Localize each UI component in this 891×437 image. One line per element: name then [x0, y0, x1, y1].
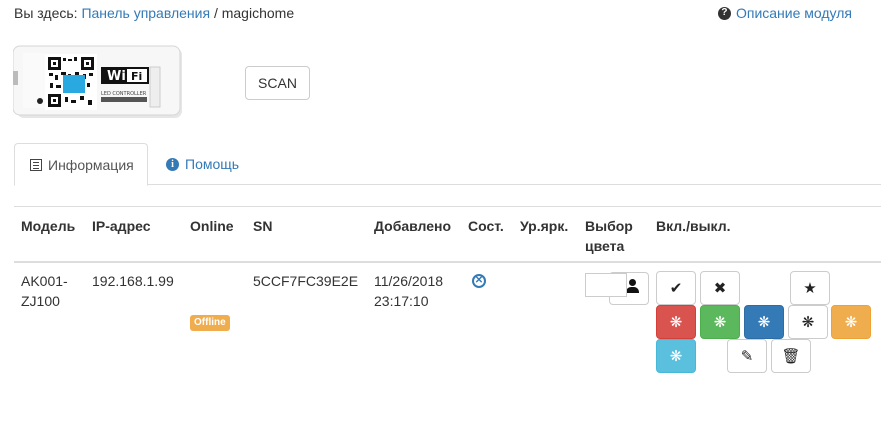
header-sn: SN [253, 218, 273, 234]
asterisk-icon: ❋ [669, 347, 683, 365]
list-icon [30, 158, 42, 171]
turn-on-button[interactable]: ✔ [656, 271, 696, 305]
table-header: Модель IP-адрес Online SN Добавлено Сост… [14, 206, 881, 263]
color-blue-button[interactable]: ❋ [744, 305, 784, 339]
tab-bar: Информация i Помощь [14, 143, 881, 186]
tab-help[interactable]: i Помощь [166, 143, 239, 185]
turn-off-button[interactable]: ✖ [700, 271, 740, 305]
svg-text:Fi: Fi [131, 70, 142, 83]
asterisk-icon: ❋ [757, 313, 771, 331]
header-ip: IP-адрес [92, 218, 151, 234]
cell-added-date: 11/26/2018 [374, 273, 444, 289]
color-green-button[interactable]: ❋ [700, 305, 740, 339]
info-icon: i [166, 157, 179, 171]
color-red-button[interactable]: ❋ [656, 305, 696, 339]
svg-text:Wi: Wi [107, 69, 126, 84]
header-state: Сост. [468, 218, 504, 234]
color-orange-button[interactable]: ❋ [831, 305, 871, 339]
tab-help-label: Помощь [185, 156, 240, 172]
question-circle-icon: ? [717, 6, 731, 20]
cell-added-time: 23:17:10 [374, 293, 429, 309]
breadcrumb: Вы здесь: Панель управления / magichome [14, 5, 294, 21]
svg-text:LED CONTROLLER: LED CONTROLLER [101, 91, 147, 97]
breadcrumb-separator: / [213, 5, 218, 21]
tab-information[interactable]: Информация [14, 143, 148, 186]
user-icon [626, 279, 639, 293]
cell-ip: 192.168.1.99 [92, 273, 174, 289]
cell-model: AK001-ZJ100 [21, 273, 68, 309]
header-model: Модель [21, 218, 76, 234]
check-icon: ✔ [669, 279, 683, 297]
edit-button[interactable]: ✎ [727, 339, 767, 373]
header-on-off: Вкл./выкл. [656, 218, 731, 234]
module-description-label: Описание модуля [735, 5, 852, 21]
star-icon: ★ [803, 279, 817, 297]
tab-information-label: Информация [48, 156, 134, 173]
module-description-link[interactable]: ? Описание модуля [717, 5, 852, 21]
header-added: Добавлено [374, 218, 452, 234]
times-icon: ✖ [713, 279, 727, 297]
asterisk-icon: ❋ [669, 313, 683, 331]
header-color-select: Выбор цвета [585, 218, 633, 254]
status-badge-offline: Offline [190, 315, 230, 331]
asterisk-icon: ❋ [801, 313, 815, 331]
color-white-button[interactable]: ❋ [788, 305, 828, 339]
asterisk-icon: ❋ [844, 313, 858, 331]
breadcrumb-prefix: Вы здесь: [14, 5, 78, 21]
asterisk-icon: ❋ [713, 313, 727, 331]
breadcrumb-current: magichome [221, 5, 295, 21]
color-cyan-button[interactable]: ❋ [656, 339, 696, 373]
breadcrumb-link-control-panel[interactable]: Панель управления [81, 5, 210, 21]
color-input[interactable] [585, 273, 627, 297]
trash-icon: 🗑 [781, 347, 801, 365]
favorite-button[interactable]: ★ [790, 271, 830, 305]
header-brightness: Ур.ярк. [520, 218, 569, 234]
scan-button[interactable]: SCAN [245, 66, 310, 100]
device-image: Wi Fi LED CONTROLLER [13, 45, 182, 118]
cell-sn: 5CCF7FC39E2E [253, 273, 359, 289]
times-circle-icon: ✕ [472, 274, 486, 288]
delete-button[interactable]: 🗑 [771, 339, 811, 373]
pencil-icon: ✎ [740, 347, 754, 365]
header-online: Online [190, 218, 234, 234]
